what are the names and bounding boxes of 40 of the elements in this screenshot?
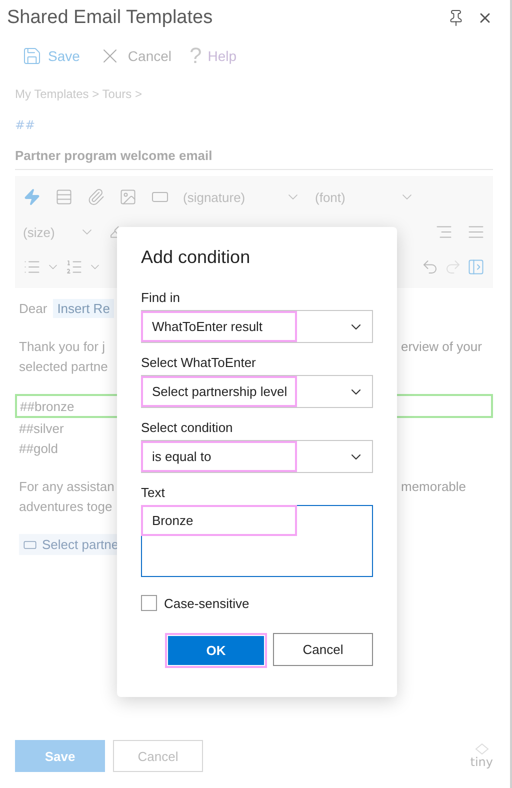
checkbox-label: Case-sensitive bbox=[164, 596, 250, 610]
size-dropdown[interactable]: (size) bbox=[23, 224, 95, 240]
field-value: WhatToEnter result bbox=[141, 311, 297, 342]
body-text: Thank you for j bbox=[19, 338, 105, 354]
body-text: ##bronze bbox=[20, 398, 74, 414]
window-title: Shared Email Templates bbox=[7, 7, 214, 29]
cancel-button[interactable]: Cancel bbox=[113, 740, 203, 772]
select-field[interactable]: WhatToEnter result bbox=[141, 310, 373, 343]
greeting-text: Dear bbox=[19, 300, 48, 316]
cancel-button[interactable]: Cancel bbox=[273, 633, 373, 666]
save-button[interactable]: Save bbox=[15, 740, 105, 772]
body-text: For any assistan bbox=[19, 478, 114, 494]
text-area[interactable]: Bronze bbox=[141, 505, 373, 577]
brand-logo: tiny bbox=[470, 743, 493, 769]
field-value: is equal to bbox=[141, 441, 297, 472]
help-icon: ? bbox=[190, 43, 202, 69]
field-label: Select condition bbox=[141, 420, 234, 435]
font-dropdown[interactable]: (font) bbox=[315, 189, 415, 206]
subject-field: Partner program welcome email bbox=[15, 142, 493, 170]
ok-button[interactable]: OK bbox=[165, 633, 267, 668]
body-text: ##gold bbox=[19, 440, 58, 456]
body-text: ##silver bbox=[19, 420, 64, 436]
save-button[interactable]: Save bbox=[22, 46, 80, 66]
field-value: Select partnership level bbox=[141, 376, 297, 407]
field-label: Text bbox=[141, 485, 166, 500]
cancel-button[interactable]: Cancel bbox=[98, 44, 172, 68]
select-field[interactable]: is equal to bbox=[141, 440, 373, 473]
body-text: erview of your bbox=[401, 338, 483, 354]
insert-chip[interactable]: Insert Re bbox=[53, 298, 114, 318]
body-text: selected partne bbox=[19, 358, 108, 374]
dialog-title: Add condition bbox=[141, 247, 252, 268]
help-button[interactable]: ? Help bbox=[190, 43, 237, 69]
field-value: Bronze bbox=[141, 505, 297, 536]
field-label: Select WhatToEnter bbox=[141, 355, 257, 370]
field-label: Find in bbox=[141, 290, 182, 305]
select-field[interactable]: Select partnership level bbox=[141, 375, 373, 408]
signature-dropdown[interactable]: (signature) bbox=[183, 189, 301, 206]
hashtag-label: ## bbox=[15, 117, 36, 134]
body-text: memorable bbox=[401, 478, 468, 494]
body-text: adventures toge bbox=[19, 498, 112, 514]
